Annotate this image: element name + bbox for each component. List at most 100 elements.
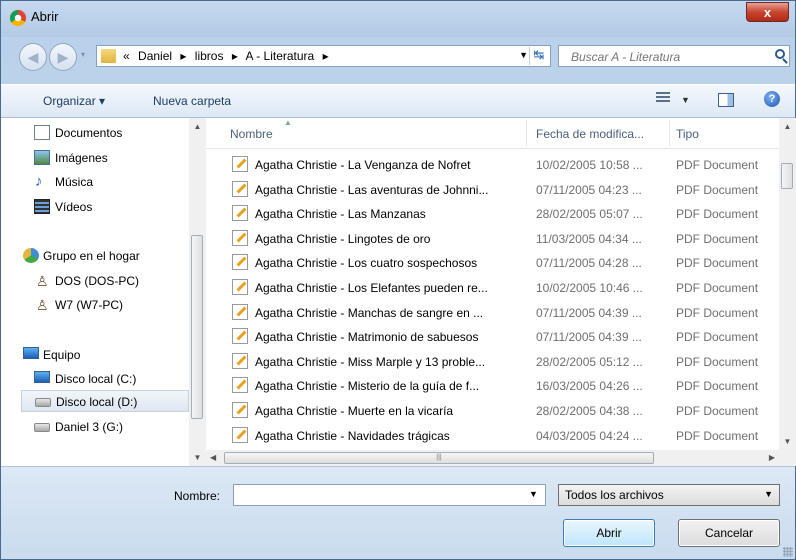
- horizontal-scrollbar[interactable]: ◀ ||| ▶: [206, 450, 779, 466]
- forward-button[interactable]: ▶: [49, 43, 77, 71]
- file-name: Agatha Christie - Manchas de sangre en .…: [255, 305, 484, 320]
- file-row[interactable]: Agatha Christie - Los cuatro sospechosos…: [206, 251, 779, 274]
- system-drive-icon: [34, 371, 50, 383]
- nav-item-grupo-hogar[interactable]: Grupo en el hogar: [1, 245, 191, 267]
- column-header-date[interactable]: Fecha de modifica...: [536, 127, 644, 141]
- nav-item-videos[interactable]: Vídeos: [1, 196, 191, 218]
- nav-item-imagenes[interactable]: Imágenes: [1, 147, 191, 169]
- filename-dropdown-icon[interactable]: ▼: [529, 489, 538, 499]
- file-row[interactable]: Agatha Christie - Manchas de sangre en .…: [206, 301, 779, 324]
- file-row[interactable]: Agatha Christie - Muerte en la vicaría 28…: [206, 399, 779, 422]
- breadcrumb-overflow[interactable]: «: [123, 49, 130, 63]
- resize-grip-icon[interactable]: [783, 547, 793, 557]
- file-type: PDF Document: [676, 158, 759, 172]
- nav-item-equipo[interactable]: Equipo: [1, 344, 191, 366]
- scroll-thumb[interactable]: [191, 235, 203, 419]
- pictures-icon: [34, 150, 50, 165]
- nav-item-w7-pc[interactable]: ♙ W7 (W7-PC): [1, 294, 191, 316]
- pdf-file-icon: [232, 180, 248, 197]
- file-date: 07/11/2005 04:39 ...: [536, 305, 642, 320]
- scroll-up-icon[interactable]: ▲: [779, 118, 796, 135]
- nav-item-musica[interactable]: ♪ Música: [1, 171, 191, 193]
- address-row: ◀ ▶ ▾ « Daniel ▸ libros ▸ A - Literatura…: [1, 37, 795, 84]
- file-row[interactable]: Agatha Christie - Lingotes de oro 11/03/2…: [206, 227, 779, 250]
- open-button[interactable]: Abrir: [563, 519, 655, 547]
- file-date: 07/11/2005 04:28 ...: [536, 256, 642, 271]
- nav-item-dos-pc[interactable]: ♙ DOS (DOS-PC): [1, 270, 191, 292]
- scroll-up-icon[interactable]: ▲: [189, 118, 206, 135]
- address-dropdown-icon[interactable]: ▼: [519, 50, 528, 60]
- user-pc-icon: ♙: [36, 297, 49, 313]
- views-dropdown-icon[interactable]: ▼: [681, 95, 690, 105]
- navigation-scrollbar[interactable]: ▲ ▼: [189, 118, 206, 466]
- file-row[interactable]: Agatha Christie - Miss Marple y 13 probl…: [206, 350, 779, 373]
- pdf-file-icon: [232, 205, 248, 222]
- breadcrumb: « Daniel ▸ libros ▸ A - Literatura ▸: [123, 49, 334, 63]
- file-date: 11/03/2005 04:34 ...: [536, 231, 642, 246]
- filename-input[interactable]: [233, 484, 546, 506]
- filename-label: Nombre:: [174, 489, 221, 503]
- file-type-select[interactable]: Todos los archivos ▼: [558, 484, 780, 506]
- file-date: 16/03/2005 04:26 ...: [536, 379, 643, 394]
- breadcrumb-literatura[interactable]: A - Literatura: [246, 49, 315, 63]
- breadcrumb-libros[interactable]: libros: [195, 49, 224, 63]
- close-button[interactable]: x: [746, 2, 789, 22]
- file-date: 07/11/2005 04:39 ...: [536, 330, 642, 345]
- scroll-thumb[interactable]: [781, 163, 793, 189]
- pdf-file-icon: [232, 254, 248, 271]
- scroll-down-icon[interactable]: ▼: [779, 433, 796, 450]
- drive-icon: [34, 423, 50, 432]
- bottom-panel: Nombre: ▼ Todos los archivos ▼ Abrir Can…: [1, 466, 795, 559]
- column-divider[interactable]: [669, 120, 670, 146]
- views-icon[interactable]: [656, 92, 670, 106]
- search-icon[interactable]: [775, 49, 785, 59]
- file-row[interactable]: Agatha Christie - Las aventuras de Johnn…: [206, 178, 779, 201]
- file-type: PDF Document: [676, 428, 759, 443]
- nav-item-disco-d[interactable]: Disco local (D:): [21, 390, 189, 412]
- breadcrumb-separator[interactable]: ▸: [180, 49, 186, 63]
- file-row[interactable]: Agatha Christie - Las Manzanas 28/02/2005…: [206, 202, 779, 225]
- new-folder-button[interactable]: Nueva carpeta: [153, 94, 231, 108]
- pdf-file-icon: [232, 426, 248, 443]
- column-divider[interactable]: [526, 120, 527, 146]
- organize-button[interactable]: Organizar ▾: [43, 94, 105, 108]
- file-name: Agatha Christie - Miss Marple y 13 probl…: [255, 354, 486, 369]
- file-row[interactable]: Agatha Christie - La Venganza de Nofret 1…: [206, 153, 779, 176]
- breadcrumb-separator[interactable]: ▸: [232, 49, 238, 63]
- file-row[interactable]: Agatha Christie - Matrimonio de sabuesos…: [206, 325, 779, 348]
- file-row[interactable]: Agatha Christie - Navidades trágicas 04/0…: [206, 424, 779, 447]
- scroll-thumb[interactable]: |||: [224, 452, 654, 464]
- nav-item-disco-c[interactable]: Disco local (C:): [1, 368, 191, 390]
- back-button[interactable]: ◀: [19, 43, 47, 71]
- nav-item-daniel-g[interactable]: Daniel 3 (G:): [1, 416, 191, 438]
- column-header-type[interactable]: Tipo: [676, 127, 699, 141]
- search-input[interactable]: [559, 46, 778, 68]
- help-icon[interactable]: ?: [764, 91, 780, 107]
- file-name: Agatha Christie - Los cuatro sospechosos: [255, 256, 478, 271]
- file-name: Agatha Christie - Muerte en la vicaría: [255, 404, 454, 418]
- scrollbar-corner: [779, 450, 796, 466]
- column-header-name[interactable]: Nombre: [230, 127, 273, 141]
- scroll-right-icon[interactable]: ▶: [769, 450, 775, 466]
- pdf-file-icon: [232, 377, 248, 394]
- preview-pane-icon[interactable]: [718, 93, 734, 107]
- documents-icon: [34, 125, 50, 140]
- file-type: PDF Document: [676, 207, 759, 222]
- file-type: PDF Document: [676, 379, 759, 394]
- address-bar[interactable]: « Daniel ▸ libros ▸ A - Literatura ▸ ▼ ↹: [96, 45, 551, 67]
- scroll-down-icon[interactable]: ▼: [189, 449, 206, 466]
- file-type: PDF Document: [676, 404, 759, 418]
- breadcrumb-separator[interactable]: ▸: [323, 49, 329, 63]
- file-row[interactable]: Agatha Christie - Los Elefantes pueden r…: [206, 276, 779, 299]
- file-date: 28/02/2005 05:07 ...: [536, 207, 643, 222]
- recent-locations-dropdown[interactable]: ▾: [81, 50, 91, 64]
- refresh-icon[interactable]: ↹: [529, 47, 548, 65]
- nav-item-documentos[interactable]: Documentos: [1, 122, 191, 144]
- scroll-left-icon[interactable]: ◀: [210, 450, 216, 466]
- breadcrumb-daniel[interactable]: Daniel: [138, 49, 172, 63]
- file-row[interactable]: Agatha Christie - Misterio de la guía de…: [206, 374, 779, 397]
- navigation-pane: Documentos Imágenes ♪ Música Vídeos Grup…: [1, 118, 206, 466]
- file-list-scrollbar[interactable]: ▲ ▼: [779, 118, 796, 450]
- cancel-button[interactable]: Cancelar: [678, 519, 780, 547]
- file-name: Agatha Christie - Navidades trágicas: [255, 428, 450, 443]
